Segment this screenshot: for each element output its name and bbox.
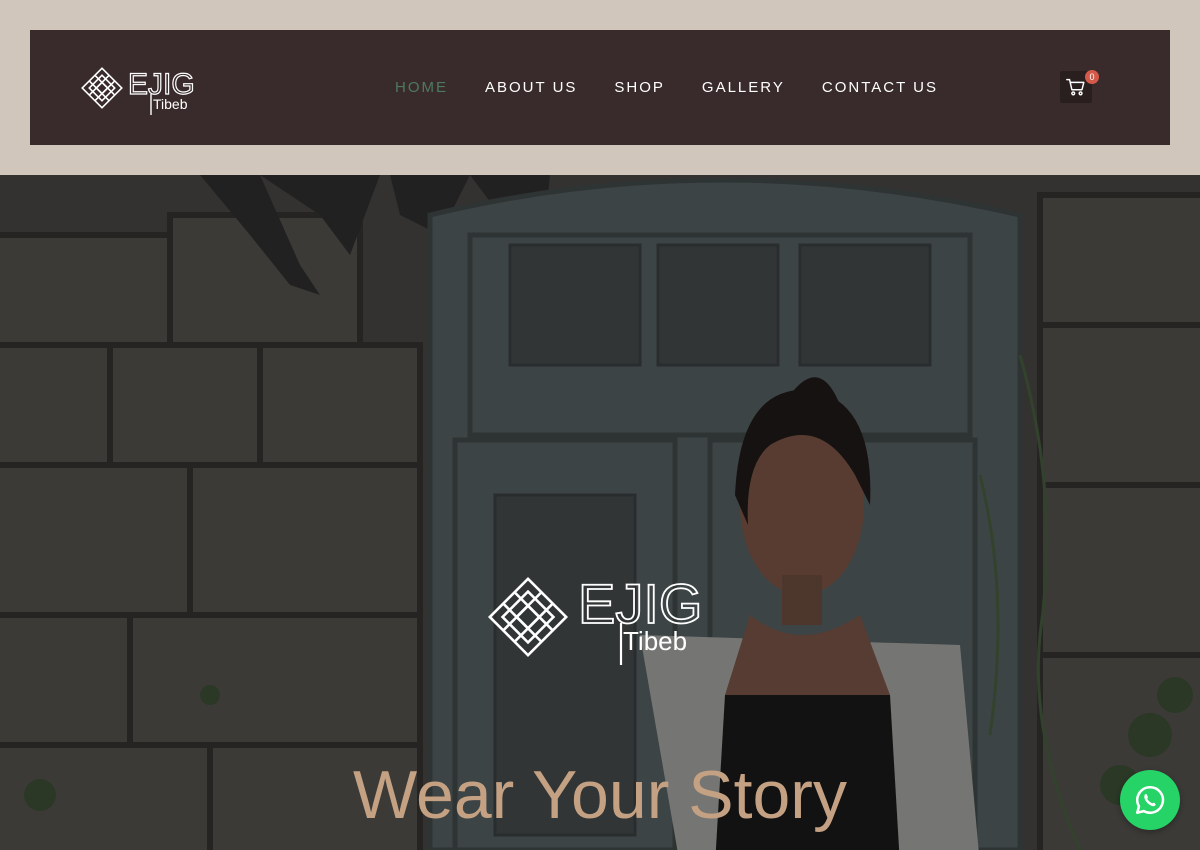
hero-title: Wear Your Story [353,757,847,833]
nav-gallery[interactable]: GALLERY [702,78,785,98]
whatsapp-chat-button[interactable] [1120,770,1180,830]
cart-icon [1066,78,1085,96]
nav-shop[interactable]: SHOP [614,78,665,98]
hero-logo-mark-icon: EJIG Tibeb [487,571,703,665]
site-logo[interactable]: EJIG Tibeb [80,58,205,118]
nav-about-us[interactable]: ABOUT US [485,78,577,98]
hero-logo-sub-text: Tibeb [623,626,687,656]
whatsapp-icon [1135,785,1165,815]
cart-count-badge: 0 [1085,70,1099,84]
nav-home[interactable]: HOME [395,78,448,98]
logo-sub-text: Tibeb [153,96,188,112]
nav-contact-us[interactable]: CONTACT US [822,78,938,98]
site-header: EJIG Tibeb HOME ABOUT US SHOP GALLERY CO… [30,30,1170,145]
cart-button[interactable]: 0 [1060,70,1099,103]
hero-section: EJIG Tibeb Wear Your Story [0,175,1200,850]
main-nav: HOME ABOUT US SHOP GALLERY CONTACT US [395,78,975,98]
hero-logo: EJIG Tibeb [485,565,717,670]
logo-mark-icon: EJIG Tibeb [81,67,195,115]
hero-background-image [0,175,1200,850]
